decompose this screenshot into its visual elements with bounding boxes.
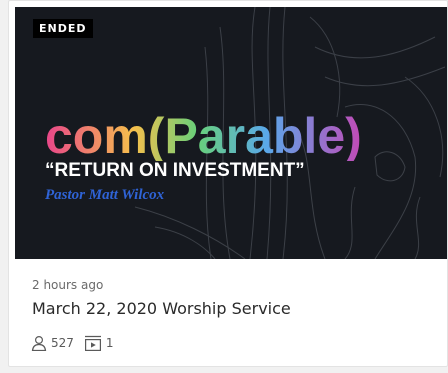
- viewers-count: 527: [51, 336, 74, 350]
- thumbnail-subtitle: “RETURN ON INVESTMENT”: [45, 160, 305, 181]
- thumbnail-speaker: Pastor Matt Wilcox: [45, 187, 165, 203]
- video-playlist-icon: [84, 335, 101, 351]
- media-count: 1: [105, 336, 114, 350]
- thumbnail-headline: com(Parable): [45, 108, 362, 164]
- event-title[interactable]: March 22, 2020 Worship Service: [32, 299, 291, 318]
- event-time-ago: 2 hours ago: [32, 278, 104, 292]
- status-badge: ENDED: [33, 19, 93, 38]
- media-stat: 1: [84, 335, 114, 351]
- person-icon: [31, 335, 47, 351]
- event-card[interactable]: ENDED com(Parable) “RETURN ON INVESTMENT…: [8, 0, 448, 367]
- viewers-stat: 527: [31, 335, 74, 351]
- event-stats: 527 1: [31, 335, 124, 351]
- event-thumbnail[interactable]: ENDED com(Parable) “RETURN ON INVESTMENT…: [15, 7, 447, 259]
